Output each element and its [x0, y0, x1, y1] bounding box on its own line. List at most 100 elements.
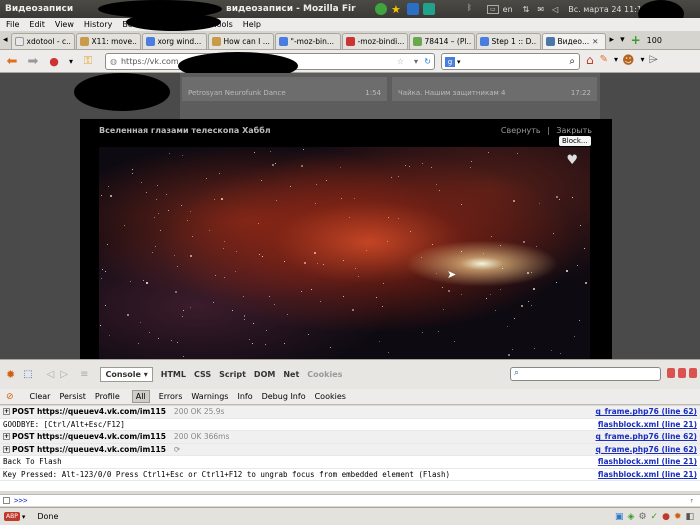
tab[interactable]: X11: move...: [75, 33, 141, 49]
log-source-link[interactable]: flashblock.xml (line 21): [598, 420, 697, 429]
check-icon[interactable]: ✓: [651, 512, 659, 522]
bluetooth-icon[interactable]: ᛒ: [467, 3, 479, 15]
forward-arrow-icon[interactable]: ➡: [24, 52, 42, 70]
menu-view[interactable]: View: [55, 20, 74, 29]
dropdown-icon[interactable]: ▾: [414, 57, 418, 66]
tab[interactable]: xorg wind...: [141, 33, 207, 49]
video-title[interactable]: Чайка. Нашим защитникам 4: [398, 89, 505, 97]
close-icon[interactable]: [689, 368, 697, 378]
back-arrow-icon[interactable]: ⬅: [3, 52, 21, 70]
forward-icon[interactable]: ▷: [60, 369, 68, 380]
filter-all[interactable]: All: [131, 390, 150, 403]
home-icon[interactable]: ⌂: [586, 53, 594, 67]
tab[interactable]: "-moz-bin...: [274, 33, 341, 49]
log-source-link[interactable]: q_frame.php76 (line 62): [596, 407, 698, 416]
expand-icon[interactable]: +: [3, 433, 10, 441]
chevron-down-icon[interactable]: ▾: [614, 55, 618, 64]
back-icon[interactable]: ◁: [47, 369, 55, 380]
tab[interactable]: 78414 – (Pl...: [408, 33, 475, 49]
addon-icon[interactable]: ●: [45, 52, 63, 70]
tab-html[interactable]: HTML: [161, 370, 186, 379]
star-icon[interactable]: ★: [391, 3, 403, 16]
log-source-link[interactable]: q_frame.php76 (line 62): [596, 445, 698, 454]
lock-icon[interactable]: ▣: [615, 512, 624, 522]
shield-icon[interactable]: ◈: [628, 512, 635, 522]
tab[interactable]: Step 1 :: D...: [475, 33, 541, 49]
tab-net[interactable]: Net: [283, 370, 299, 379]
tag-icon[interactable]: ⌲: [649, 52, 658, 67]
heart-icon[interactable]: ♥: [566, 153, 578, 168]
tab-scroll-right-icon[interactable]: ▸: [610, 35, 615, 45]
minimize-link[interactable]: Свернуть: [501, 126, 541, 135]
filter-errors[interactable]: Errors: [159, 392, 183, 401]
log-source-link[interactable]: flashblock.xml (line 21): [598, 470, 697, 479]
monkey-icon[interactable]: ☻: [622, 53, 635, 67]
check-icon[interactable]: [375, 3, 387, 15]
network-icon[interactable]: ⇅: [523, 5, 530, 14]
log-row[interactable]: + POST https://queuev4.vk.com/im115 200 OK…: [0, 431, 700, 444]
chevron-down-icon[interactable]: ▾: [641, 55, 645, 64]
filter-profile[interactable]: Profile: [95, 392, 120, 401]
tab-css[interactable]: CSS: [194, 370, 211, 379]
video-player[interactable]: ♥: [99, 147, 590, 359]
chevron-down-icon[interactable]: ▾: [457, 58, 461, 66]
settings-icon[interactable]: ⚙: [638, 512, 646, 522]
google-icon[interactable]: g: [445, 56, 455, 67]
log-source-link[interactable]: flashblock.xml (line 21): [598, 457, 697, 466]
menu-edit[interactable]: Edit: [29, 20, 45, 29]
keyboard-icon[interactable]: ▭: [487, 4, 499, 14]
app-icon[interactable]: [407, 3, 419, 15]
mail-icon[interactable]: ✉: [537, 5, 544, 14]
minimize-icon[interactable]: [667, 368, 675, 378]
inspect-icon[interactable]: ⬚: [23, 369, 32, 380]
bookmark-star-icon[interactable]: ☆: [397, 57, 404, 66]
menu-help[interactable]: Help: [243, 20, 261, 29]
reload-icon[interactable]: ↻: [424, 57, 431, 66]
clock[interactable]: Вс. марта 24 11:19: [568, 5, 647, 14]
filter-info[interactable]: Info: [237, 392, 252, 401]
key-icon[interactable]: ⚿: [79, 52, 97, 70]
search-icon[interactable]: ⌕: [569, 56, 575, 67]
tab-active[interactable]: Видео... ✕: [541, 33, 606, 49]
filter-clear[interactable]: Clear: [30, 392, 51, 401]
volume-icon[interactable]: ◁: [552, 5, 558, 14]
tab[interactable]: How can I ...: [207, 33, 274, 49]
addon-icon[interactable]: ◧: [685, 512, 694, 522]
command-line-input[interactable]: >>> ⇡: [0, 494, 700, 506]
tab-script[interactable]: Script: [219, 370, 246, 379]
tab-cookies[interactable]: Cookies: [307, 370, 342, 379]
chevron-down-icon[interactable]: ▾: [66, 52, 76, 70]
addon-icon[interactable]: ●: [662, 512, 670, 522]
app-icon[interactable]: [423, 3, 435, 15]
video-title[interactable]: Petrosyan Neurofunk Dance: [188, 89, 286, 97]
log-source-link[interactable]: q_frame.php76 (line 62): [596, 432, 698, 441]
expand-icon[interactable]: +: [3, 408, 10, 416]
tab-dom[interactable]: DOM: [254, 370, 275, 379]
keyboard-layout[interactable]: en: [503, 5, 513, 14]
addon-icon[interactable]: ✎: [600, 54, 608, 65]
tab-console[interactable]: Console ▾: [100, 367, 153, 382]
close-tab-icon[interactable]: ✕: [592, 37, 598, 46]
tab-list-icon[interactable]: ▾: [620, 35, 625, 45]
clear-icon[interactable]: ⊘: [6, 392, 14, 402]
filter-warnings[interactable]: Warnings: [191, 392, 228, 401]
url-text[interactable]: https://vk.com: [121, 57, 179, 66]
chevron-down-icon[interactable]: ▾: [22, 513, 26, 521]
firebug-icon[interactable]: ✹: [6, 368, 15, 381]
adblock-icon[interactable]: ABP: [4, 512, 20, 521]
menu-icon[interactable]: ≡: [80, 369, 88, 380]
filter-debug-info[interactable]: Debug Info: [262, 392, 306, 401]
filter-cookies[interactable]: Cookies: [315, 392, 346, 401]
video-list-item[interactable]: Petrosyan Neurofunk Dance 1:54: [182, 77, 387, 101]
new-tab-icon[interactable]: +: [631, 33, 641, 47]
close-link[interactable]: Закрыть: [556, 126, 592, 135]
tab[interactable]: -moz-bindi...: [341, 33, 408, 49]
firebug-search-input[interactable]: ⌕: [510, 367, 661, 381]
menu-file[interactable]: File: [6, 20, 19, 29]
log-row[interactable]: + POST https://queuev4.vk.com/im115 200 OK…: [0, 406, 700, 419]
search-bar[interactable]: g ▾ ⌕: [441, 53, 580, 70]
tab[interactable]: xdotool - c...: [10, 33, 75, 49]
expand-cmd-icon[interactable]: ⇡: [689, 496, 694, 505]
video-list-item[interactable]: Чайка. Нашим защитникам 4 17:22: [392, 77, 597, 101]
expand-icon[interactable]: +: [3, 445, 10, 453]
